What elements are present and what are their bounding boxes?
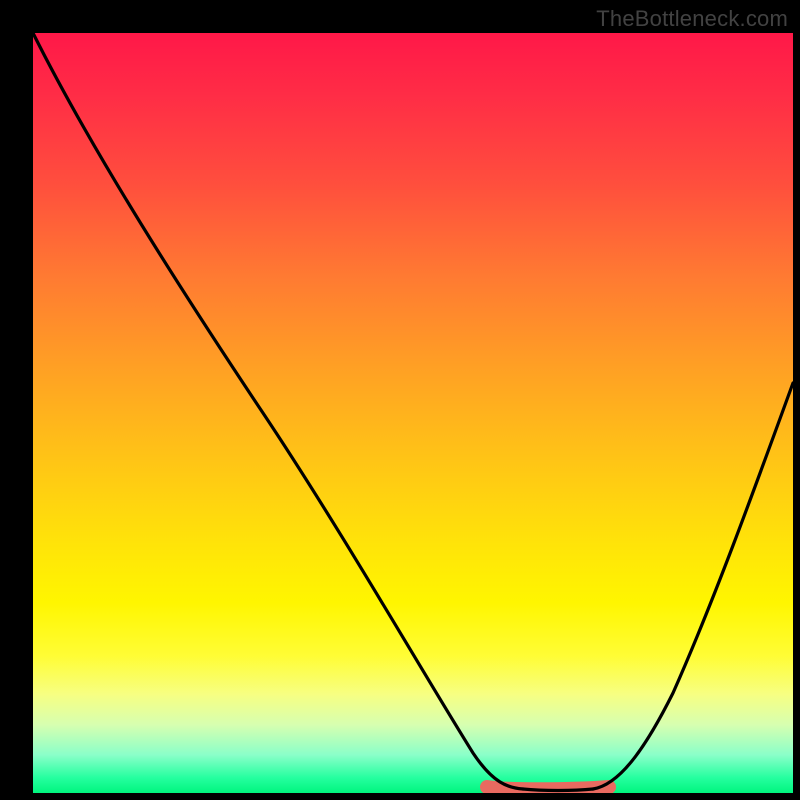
curve-layer <box>33 33 793 793</box>
curve-right-branch <box>593 383 793 789</box>
curve-bottom <box>523 789 593 791</box>
curve-left-branch <box>33 33 523 789</box>
plot-area <box>33 33 793 793</box>
chart-stage: TheBottleneck.com <box>0 0 800 800</box>
watermark-text: TheBottleneck.com <box>596 6 788 32</box>
